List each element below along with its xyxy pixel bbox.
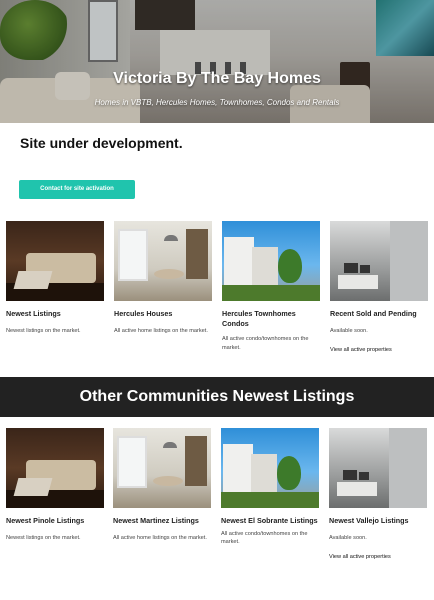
listing-description: All active condo/townhomes on the market… <box>222 336 309 351</box>
image-wall <box>390 221 428 301</box>
development-notice: Site under development. <box>20 135 183 151</box>
listing-image[interactable] <box>330 221 428 301</box>
image-artwork <box>359 472 369 480</box>
listing-card[interactable]: Hercules Townhomes Condos All active con… <box>222 221 320 352</box>
view-all-properties-link[interactable]: View all active properties <box>329 554 427 560</box>
listing-image[interactable] <box>222 221 320 301</box>
image-artwork <box>344 263 358 273</box>
image-hedge <box>221 492 319 508</box>
community-description: All active home listings on the market. <box>113 535 207 542</box>
view-all-properties-link[interactable]: View all active properties <box>330 347 428 353</box>
listing-image[interactable] <box>114 221 212 301</box>
hero-banner: Victoria By The Bay Homes Homes in VBTB,… <box>0 0 434 123</box>
community-image[interactable] <box>6 428 104 508</box>
listing-title[interactable]: Hercules Houses <box>114 309 212 319</box>
community-image[interactable] <box>329 428 427 508</box>
image-artwork <box>360 265 370 273</box>
image-window <box>118 229 148 281</box>
image-window <box>117 436 147 488</box>
community-title[interactable]: Newest El Sobrante Listings <box>221 516 319 526</box>
image-table <box>153 476 183 486</box>
image-table <box>13 271 53 289</box>
image-table <box>13 478 53 496</box>
community-description: Newest listings on the market. <box>6 535 81 542</box>
community-card[interactable]: Newest Martinez Listings All active home… <box>113 428 211 542</box>
listing-card[interactable]: Recent Sold and Pending Available soon. … <box>330 221 428 353</box>
community-card[interactable]: Newest Pinole Listings Newest listings o… <box>6 428 104 542</box>
site-subtitle: Homes in VBTB, Hercules Homes, Townhomes… <box>94 98 340 107</box>
image-shelf <box>186 229 208 279</box>
listing-card[interactable]: Newest Listings Newest listings on the m… <box>6 221 104 335</box>
listing-title[interactable]: Newest Listings <box>6 309 104 319</box>
listing-image[interactable] <box>6 221 104 301</box>
community-description: Available soon. <box>329 535 367 542</box>
image-cabinet <box>337 482 377 496</box>
image-lamp <box>164 235 178 241</box>
image-lamp <box>163 442 177 448</box>
listing-description: Newest listings on the market. <box>6 328 81 335</box>
section-title: Other Communities Newest Listings <box>0 377 434 417</box>
listing-title[interactable]: Hercules Townhomes Condos <box>222 309 320 329</box>
community-image[interactable] <box>113 428 211 508</box>
image-hedge <box>222 285 320 301</box>
listing-description: All active home listings on the market. <box>114 328 208 335</box>
community-title[interactable]: Newest Vallejo Listings <box>329 516 427 526</box>
image-cabinet <box>338 275 378 289</box>
image-shelf <box>185 436 207 486</box>
image-tree <box>277 456 301 490</box>
listing-description: Available soon. <box>330 328 368 335</box>
community-title[interactable]: Newest Pinole Listings <box>6 516 104 526</box>
site-title: Victoria By The Bay Homes <box>113 70 321 87</box>
community-card[interactable]: Newest El Sobrante Listings All active c… <box>221 428 319 547</box>
community-title[interactable]: Newest Martinez Listings <box>113 516 211 526</box>
image-tree <box>278 249 302 283</box>
listing-card[interactable]: Hercules Houses All active home listings… <box>114 221 212 335</box>
community-description: All active condo/townhomes on the market… <box>221 531 308 546</box>
community-image[interactable] <box>221 428 319 508</box>
image-artwork <box>343 470 357 480</box>
listing-title[interactable]: Recent Sold and Pending <box>330 309 428 319</box>
image-wall <box>389 428 427 508</box>
image-table <box>154 269 184 279</box>
contact-activation-button[interactable]: Contact for site activation <box>19 180 135 199</box>
community-card[interactable]: Newest Vallejo Listings Available soon. … <box>329 428 427 560</box>
